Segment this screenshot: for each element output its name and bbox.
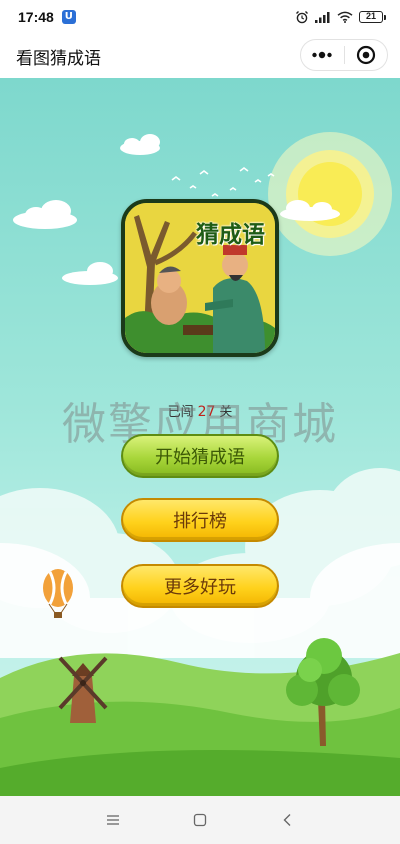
more-menu-button[interactable] — [301, 40, 344, 70]
page-title: 看图猜成语 — [16, 48, 101, 69]
close-target-icon — [356, 45, 375, 65]
signal-icon — [315, 12, 330, 23]
logo-title: 猜成语 — [196, 222, 265, 248]
status-bar: 17:48 U 21 — [0, 0, 400, 34]
game-scene: 猜成语 已闯 27 关 微擎应用商城 开始猜成语 排行榜 更多好玩 — [0, 78, 400, 796]
level-progress: 已闯 27 关 — [0, 401, 400, 420]
status-icons: 21 — [295, 10, 386, 24]
level-count: 27 — [197, 404, 216, 420]
alarm-icon — [296, 11, 308, 24]
home-square-icon — [193, 813, 207, 827]
start-game-button[interactable]: 开始猜成语 — [121, 434, 279, 478]
game-logo: 猜成语 — [121, 199, 279, 357]
progress-suffix: 关 — [219, 405, 233, 420]
home-button[interactable] — [180, 800, 220, 840]
ranking-button[interactable]: 排行榜 — [121, 498, 279, 542]
system-nav-bar — [0, 796, 400, 844]
close-miniprogram-button[interactable] — [344, 40, 387, 70]
menu-icon — [107, 815, 120, 825]
battery-tip — [384, 14, 386, 20]
back-button[interactable] — [267, 800, 307, 840]
battery-level: 21 — [359, 11, 383, 23]
wifi-icon — [337, 11, 353, 23]
status-time: 17:48 — [18, 9, 54, 25]
progress-prefix: 已闯 — [167, 405, 194, 420]
menu-button[interactable] — [93, 800, 133, 840]
battery-icon: 21 — [359, 11, 386, 23]
capsule-menu — [300, 39, 388, 71]
more-dots-icon — [312, 51, 332, 59]
app-notification-icon: U — [61, 10, 76, 24]
birds-icon — [171, 167, 275, 197]
more-games-button[interactable]: 更多好玩 — [121, 564, 279, 608]
back-chevron-icon — [283, 814, 291, 826]
nav-bar: 看图猜成语 — [0, 34, 400, 78]
